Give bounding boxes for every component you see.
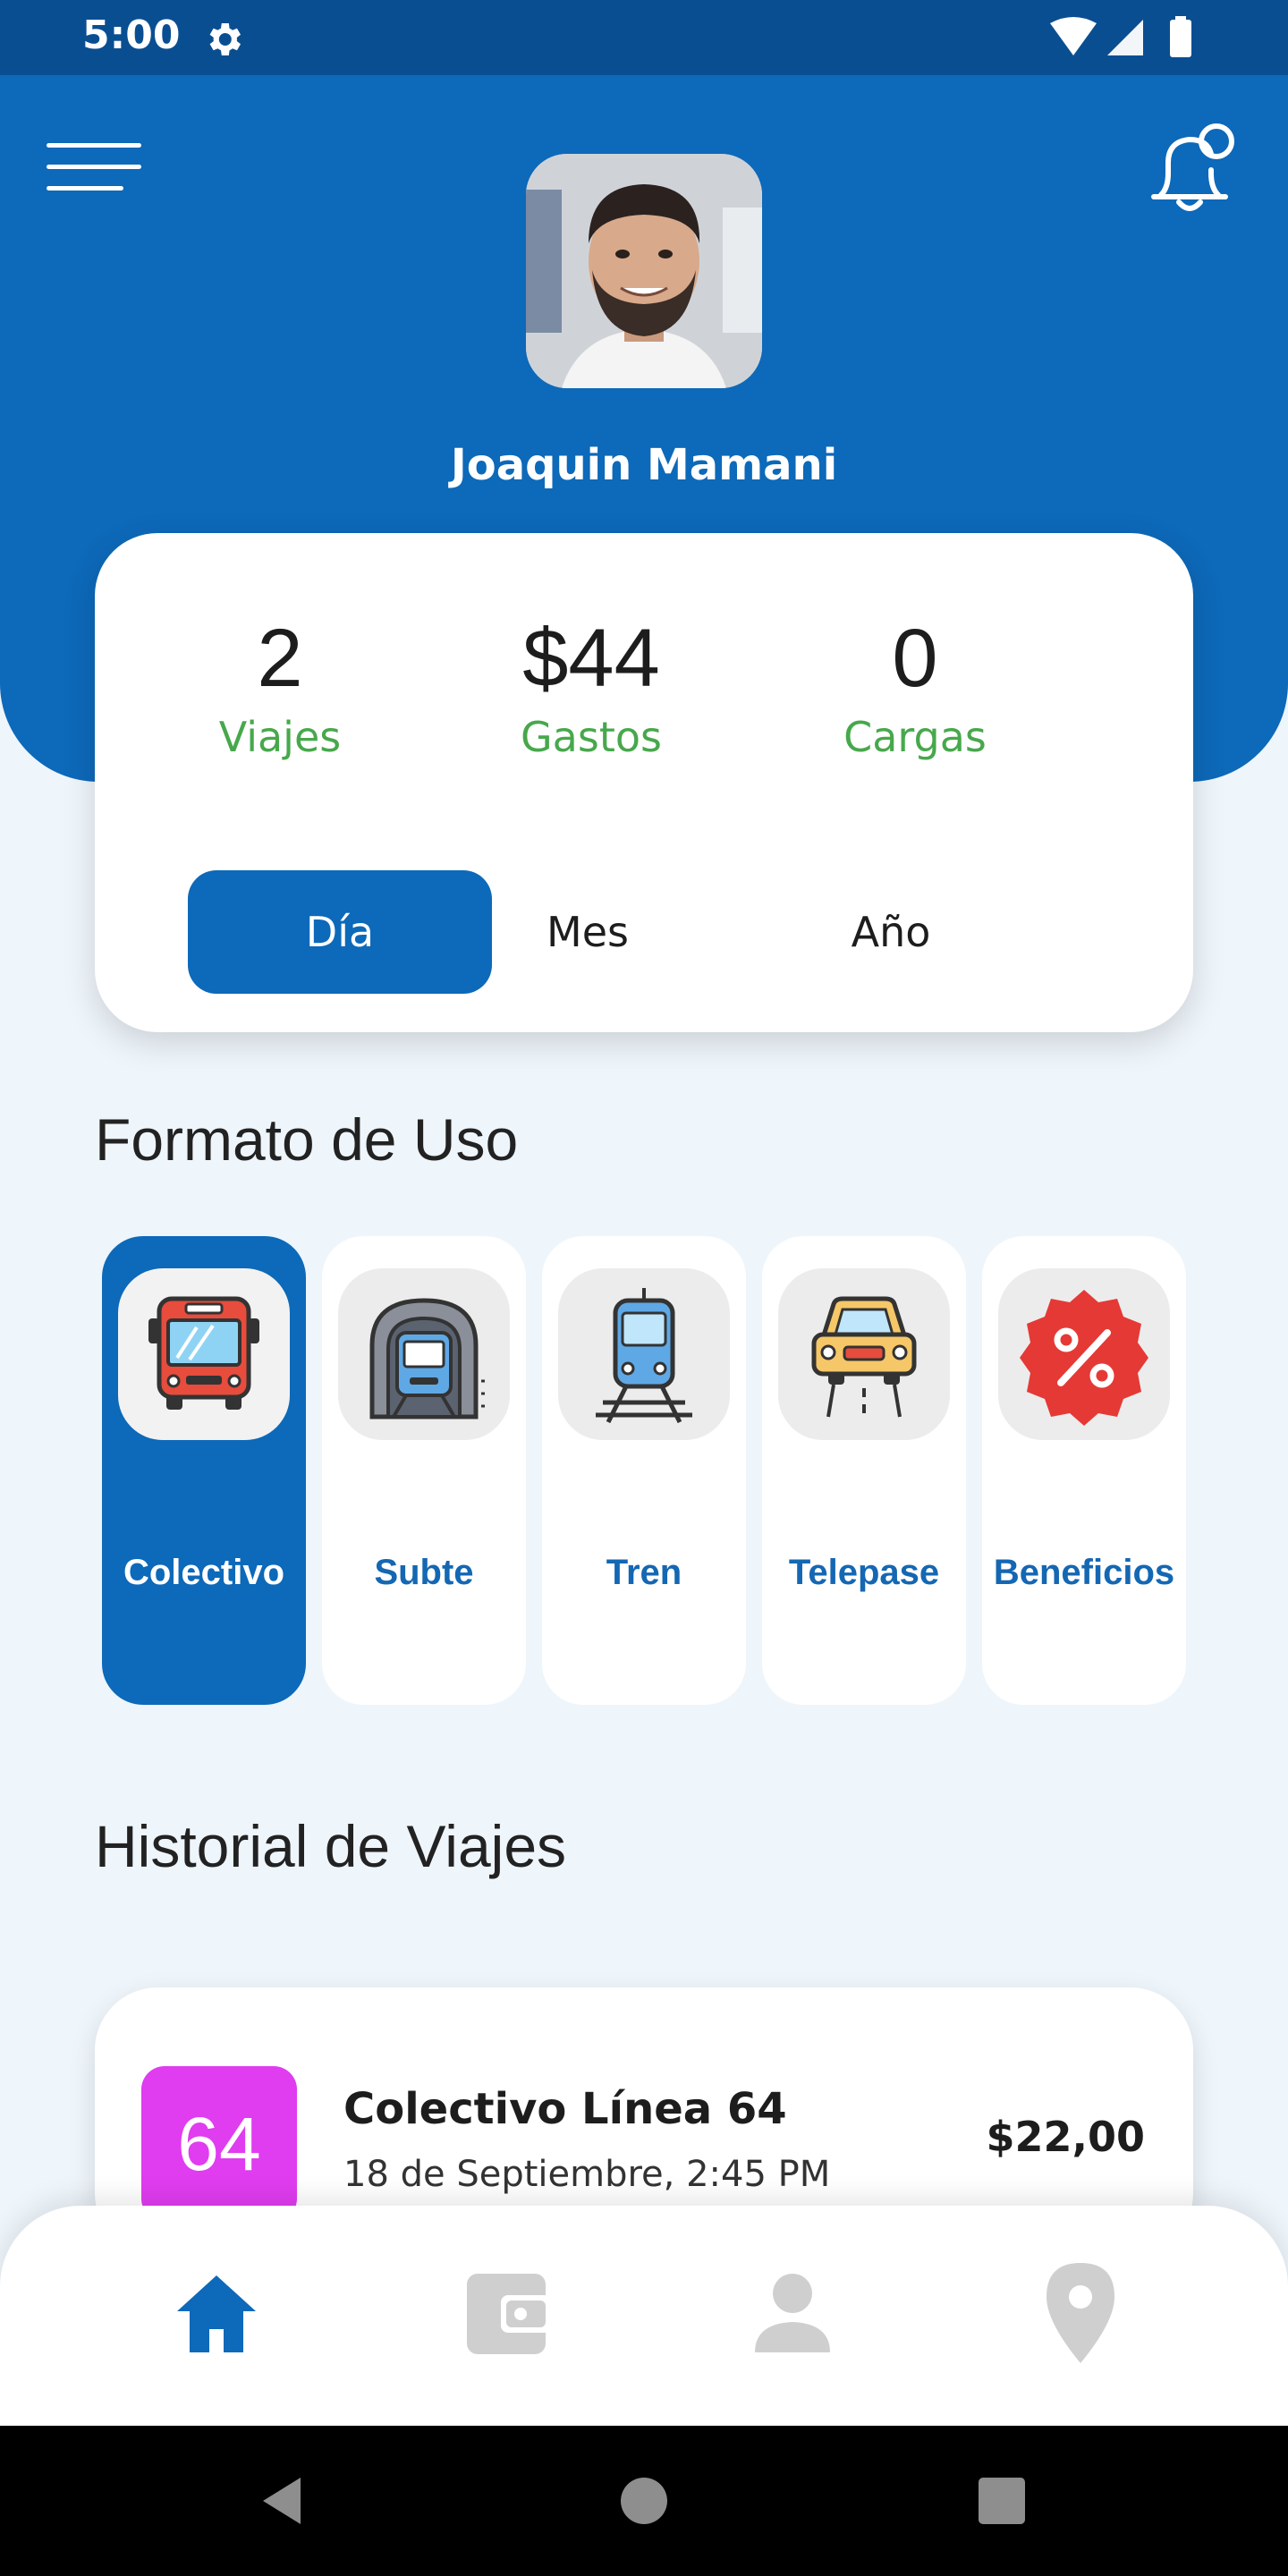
usage-section-title: Formato de Uso	[95, 1106, 519, 1173]
nav-wallet[interactable]	[444, 2241, 569, 2385]
usage-label: Telepase	[788, 1553, 940, 1592]
nav-home[interactable]	[154, 2241, 279, 2385]
car-icon	[811, 1296, 917, 1418]
stat-value: 0	[892, 613, 938, 704]
stat-expenses: $44 Gastos	[457, 612, 725, 761]
avatar[interactable]	[526, 154, 762, 388]
tab-year[interactable]: Año	[739, 870, 1043, 994]
hamburger-menu-icon[interactable]	[47, 143, 141, 193]
location-pin-icon	[1046, 2263, 1114, 2363]
usage-label: Beneficios	[993, 1553, 1175, 1592]
wallet-icon	[467, 2274, 551, 2354]
usage-item-colectivo[interactable]: Colectivo	[102, 1236, 306, 1705]
usage-icon-box	[118, 1268, 290, 1440]
status-time: 5:00	[82, 13, 181, 58]
subway-icon	[369, 1298, 487, 1419]
usage-item-beneficios[interactable]: Beneficios	[982, 1236, 1186, 1705]
bell-icon[interactable]	[1145, 120, 1234, 218]
stat-trips: 2 Viajes	[146, 612, 414, 761]
nav-profile[interactable]	[730, 2241, 855, 2385]
usage-icon-box	[338, 1268, 510, 1440]
nav-location[interactable]	[1018, 2241, 1143, 2385]
trip-date: 18 de Septiembre, 2:45 PM	[343, 2154, 831, 2195]
train-icon	[596, 1288, 692, 1424]
stat-value: $44	[522, 613, 660, 704]
home-button-icon[interactable]	[615, 2472, 673, 2529]
recents-icon[interactable]	[973, 2472, 1030, 2529]
system-nav-bar	[0, 2426, 1288, 2576]
bus-icon	[148, 1296, 259, 1410]
usage-item-telepase[interactable]: Telepase	[762, 1236, 966, 1705]
line-badge: 64	[141, 2066, 297, 2222]
home-icon	[177, 2275, 256, 2352]
battery-icon	[1170, 20, 1191, 57]
usage-label: Tren	[606, 1553, 682, 1592]
usage-icon-box	[998, 1268, 1170, 1440]
user-name: Joaquin Mamani	[450, 440, 838, 490]
back-icon[interactable]	[256, 2472, 313, 2529]
trip-title: Colectivo Línea 64	[343, 2084, 787, 2134]
status-icons	[1050, 16, 1191, 57]
wifi-icon	[1050, 17, 1097, 55]
tab-month[interactable]: Mes	[436, 870, 740, 994]
stat-label: Gastos	[521, 713, 662, 761]
gear-icon	[209, 23, 241, 55]
usage-icon-box	[558, 1268, 730, 1440]
usage-label: Subte	[374, 1553, 474, 1592]
usage-icon-box	[778, 1268, 950, 1440]
usage-label: Colectivo	[123, 1553, 285, 1592]
status-bar: 5:00	[0, 0, 1288, 75]
stat-label: Viajes	[218, 713, 342, 761]
stat-topups: 0 Cargas	[781, 612, 1049, 761]
stats-card: 2 Viajes $44 Gastos 0 Cargas Día Mes Año	[95, 533, 1193, 1032]
signal-icon	[1107, 20, 1143, 55]
discount-badge-icon	[1020, 1290, 1148, 1426]
stat-value: 2	[257, 613, 303, 704]
stat-label: Cargas	[843, 713, 987, 761]
bottom-nav	[0, 2206, 1288, 2426]
history-section-title: Historial de Viajes	[95, 1813, 567, 1879]
trip-amount: $22,00	[986, 2113, 1145, 2161]
usage-item-tren[interactable]: Tren	[542, 1236, 746, 1705]
avatar-photo	[526, 154, 762, 388]
usage-item-subte[interactable]: Subte	[322, 1236, 526, 1705]
person-icon	[755, 2274, 830, 2352]
